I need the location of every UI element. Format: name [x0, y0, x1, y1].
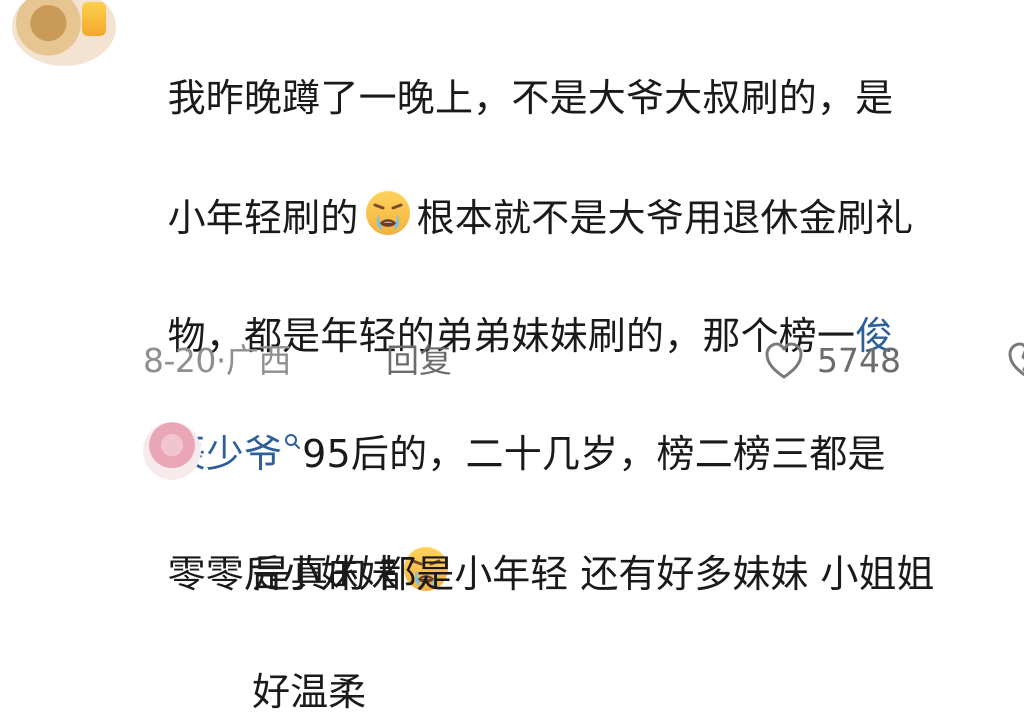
comment-line-1: 我昨晚蹲了一晚上，不是大爷大叔刷的，是: [167, 76, 894, 120]
commenter-avatar[interactable]: [12, 0, 116, 66]
broken-heart-icon[interactable]: [1006, 341, 1024, 381]
reply-avatar[interactable]: [143, 422, 201, 480]
comment-meta-row: 8-20·广西 回复 5748: [143, 336, 1024, 386]
reply-line-1: 是真的 都是小年轻 还有好多妹妹 小姐姐: [252, 552, 935, 596]
heart-icon[interactable]: [763, 341, 805, 381]
loudly-crying-face-emoji-icon: [365, 191, 410, 235]
comment-line-2-prefix: 小年轻刷的: [167, 196, 359, 240]
like-group[interactable]: 5748: [763, 336, 901, 386]
reply-text: 是真的 都是小年轻 还有好多妹妹 小姐姐 好温柔: [228, 486, 1018, 722]
reply-button[interactable]: 回复: [386, 336, 452, 386]
like-count: 5748: [817, 341, 901, 380]
comment-line-2-suffix: 根本就不是大爷用退休金刷礼: [416, 196, 914, 240]
reply-username[interactable]: [228, 438, 468, 458]
comment-date-location: 8-20·广西: [143, 341, 291, 380]
reply-line-2: 好温柔: [252, 670, 367, 714]
